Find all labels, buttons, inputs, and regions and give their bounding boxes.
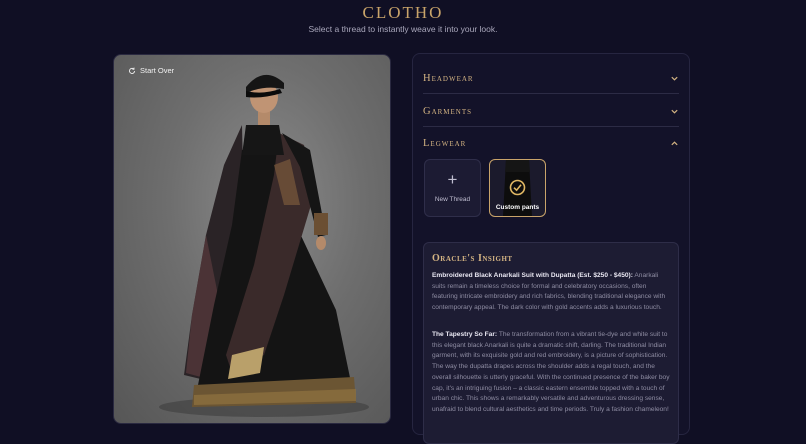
- model-image: [159, 74, 369, 417]
- new-thread-button[interactable]: + New Thread: [424, 159, 481, 217]
- accordion-garments[interactable]: Garments: [423, 96, 679, 127]
- refresh-icon: [129, 67, 135, 74]
- accordion-legwear-title: Legwear: [423, 137, 467, 149]
- chevron-down-icon: [671, 109, 678, 114]
- wardrobe-panel: Headwear Garments Legwear + New Thread C…: [412, 53, 690, 444]
- insight-item-heading: Embroidered Black Anarkali Suit with Dup…: [432, 272, 633, 279]
- accordion-headwear-title: Headwear: [423, 72, 474, 84]
- new-thread-label: New Thread: [434, 196, 471, 203]
- page-subtitle: Select a thread to instantly weave it in…: [308, 24, 498, 34]
- insight-title: Oracle's Insight: [432, 253, 513, 264]
- outfit-preview: Start Over: [113, 54, 391, 424]
- insight-item-description: Embroidered Black Anarkali Suit with Dup…: [432, 271, 670, 314]
- plus-icon: +: [447, 170, 458, 189]
- insight-tapestry: The Tapestry So Far: The transformation …: [432, 330, 670, 416]
- thread-custom-pants[interactable]: Custom pants: [489, 159, 546, 217]
- accordion-legwear[interactable]: Legwear: [423, 128, 679, 158]
- start-over-label: Start Over: [140, 66, 175, 75]
- insight-tapestry-text: The transformation from a vibrant tie-dy…: [432, 331, 670, 413]
- insight-tapestry-heading: The Tapestry So Far:: [432, 331, 498, 338]
- chevron-up-icon: [671, 140, 678, 145]
- oracle-insight-card: Oracle's Insight Embroidered Black Anark…: [423, 242, 679, 444]
- start-over-button[interactable]: Start Over: [128, 66, 174, 75]
- brand-title: CLOTHO: [362, 3, 444, 22]
- check-circle-icon: [509, 179, 526, 196]
- thread-custom-pants-label: Custom pants: [495, 204, 540, 211]
- accordion-garments-title: Garments: [423, 105, 473, 117]
- accordion-headwear[interactable]: Headwear: [423, 63, 679, 94]
- chevron-down-icon: [671, 76, 678, 81]
